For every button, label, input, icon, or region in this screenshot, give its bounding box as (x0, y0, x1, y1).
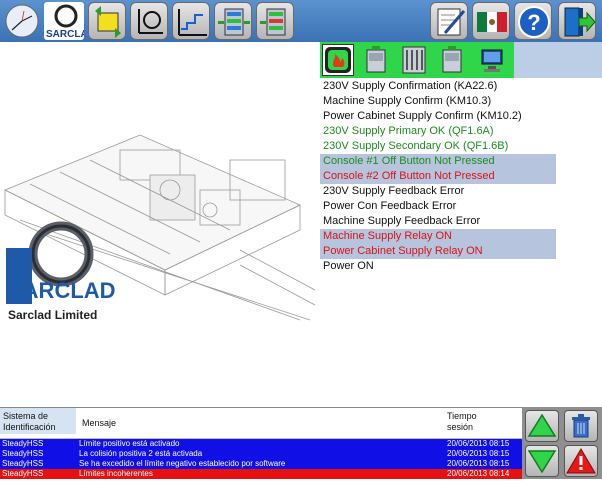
status-item: Power Cabinet Supply Confirm (KM10.2) (323, 110, 522, 122)
scroll-down-icon (527, 450, 557, 474)
cell-message: Límites incoherentes (79, 469, 153, 478)
scroll-down-button[interactable] (525, 445, 559, 477)
status-item: Power Con Feedback Error (323, 200, 457, 212)
event-log-header: Sistema de Identificación Mensaje Tiempo… (0, 408, 522, 439)
status-item: Console #2 Off Button Not Pressed (320, 169, 556, 184)
cell-message: Límite positivo está activado (79, 439, 180, 448)
cell-message: La colisión positiva 2 está activada (79, 449, 203, 458)
exit-button[interactable] (558, 2, 596, 40)
status-item: Console #1 Off Button Not Pressed (320, 154, 556, 169)
status-item: Power Cabinet Supply Relay ON (320, 244, 556, 259)
cell-id: SteadyHSS (2, 449, 44, 458)
cell-id: SteadyHSS (2, 459, 44, 468)
fire-alarm-icon[interactable] (322, 44, 354, 76)
loop-process-icon (138, 9, 163, 34)
table-row[interactable]: SteadyHSS Se ha excedido el límite negati… (0, 459, 522, 469)
module-stack-alt-button[interactable] (256, 2, 294, 40)
edit-notes-icon (437, 8, 466, 36)
cabinet-a-icon[interactable] (360, 44, 392, 76)
sarclad-small-text: SARCLAD (46, 29, 84, 40)
edit-notes-button[interactable] (430, 2, 468, 40)
sarclad-logo-text: SARCLAD (8, 278, 116, 303)
mexico-flag-icon (477, 12, 507, 32)
status-list: 230V Supply Confirmation (KA22.6) Machine… (320, 79, 556, 274)
column-id-line2: Identificación (3, 422, 56, 432)
status-item: Machine Supply Feedback Error (323, 215, 481, 227)
scroll-up-button[interactable] (525, 410, 559, 442)
status-item: 230V Supply Primary OK (QF1.6A) (323, 125, 494, 137)
column-time[interactable]: Tiempo sesión (447, 411, 477, 433)
cell-time: 20/06/2013 08:14 (447, 469, 510, 478)
cell-time: 20/06/2013 08:15 (447, 439, 510, 448)
status-icon-bar (320, 42, 514, 78)
sarclad-logo-icon[interactable]: SARCLAD (44, 2, 95, 40)
module-stack-button[interactable] (214, 2, 252, 40)
status-item: Power ON (323, 260, 374, 272)
machine-power-button[interactable] (88, 2, 126, 40)
delete-icon (572, 414, 590, 438)
cell-id: SteadyHSS (2, 439, 44, 448)
help-button[interactable]: ? (514, 2, 552, 40)
sequence-chart-icon (178, 9, 207, 36)
cell-id: SteadyHSS (2, 469, 44, 478)
column-message[interactable]: Mensaje (82, 418, 116, 429)
column-id-line1: Sistema de (3, 411, 49, 421)
column-time-line2: sesión (447, 422, 474, 432)
svg-text:?: ? (527, 10, 540, 35)
exit-door-icon (564, 7, 596, 37)
status-item: 230V Supply Secondary OK (QF1.6B) (323, 140, 509, 152)
machine-power-icon (95, 6, 121, 38)
company-name: Sarclad Limited (8, 308, 98, 322)
clock-icon (2, 2, 42, 40)
status-item: Machine Supply Relay ON (320, 229, 556, 244)
status-item: 230V Supply Feedback Error (323, 185, 465, 197)
main-toolbar: SARCLAD (0, 0, 602, 42)
table-row[interactable]: SteadyHSS La colisión positiva 2 está act… (0, 449, 522, 459)
delete-button[interactable] (564, 410, 598, 442)
module-stack-alt-icon (260, 8, 286, 36)
event-log: Sistema de Identificación Mensaje Tiempo… (0, 407, 522, 480)
alarm-warning-button[interactable] (564, 445, 598, 477)
status-item: Machine Supply Confirm (KM10.3) (323, 95, 492, 107)
status-item: 230V Supply Confirmation (KA22.6) (323, 80, 498, 92)
scroll-up-icon (527, 413, 557, 437)
sequence-chart-button[interactable] (172, 2, 210, 40)
loop-process-button[interactable] (130, 2, 168, 40)
module-stack-icon (218, 8, 250, 36)
computer-icon[interactable] (476, 44, 508, 76)
log-controls (522, 407, 602, 479)
cell-time: 20/06/2013 08:15 (447, 449, 510, 458)
column-id[interactable]: Sistema de Identificación (0, 408, 76, 434)
table-row[interactable]: SteadyHSS Límite positivo está activado 20… (0, 439, 522, 449)
cell-message: Se ha excedido el límite negativo establ… (79, 459, 286, 468)
rack-icon[interactable] (398, 44, 430, 76)
alarm-warning-icon (566, 448, 596, 474)
help-icon: ? (518, 6, 550, 38)
table-row[interactable]: SteadyHSS Límites incoherentes 20/06/2013 … (0, 469, 522, 479)
sarclad-logo: SARCLAD (6, 221, 116, 304)
cell-time: 20/06/2013 08:15 (447, 459, 510, 468)
language-button[interactable] (472, 2, 510, 40)
column-time-line1: Tiempo (447, 411, 477, 421)
cabinet-b-icon[interactable] (436, 44, 468, 76)
